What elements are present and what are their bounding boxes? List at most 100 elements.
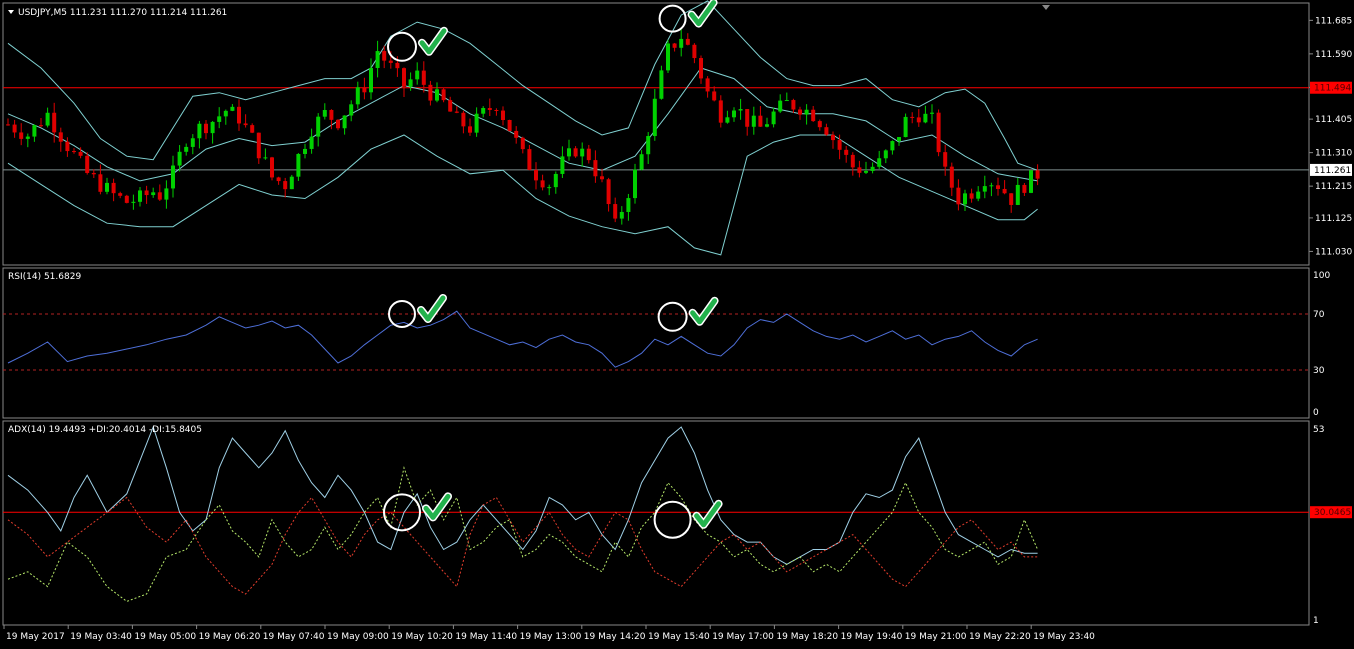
candle-body: [758, 115, 763, 127]
adx-tick-label: 1: [1313, 616, 1319, 626]
candle-body: [283, 181, 288, 190]
time-tick-label: 19 May 14:20: [584, 632, 646, 642]
candle-body: [303, 148, 307, 154]
candle-body: [567, 148, 571, 157]
candle-body: [1009, 193, 1014, 205]
candle-body: [514, 130, 519, 138]
candle-body: [732, 110, 736, 118]
chart-canvas: 111.685111.590111.495111.405111.310111.2…: [2, 0, 1352, 642]
candle-body: [157, 192, 162, 200]
candle-body: [263, 157, 268, 159]
candle-body: [547, 187, 552, 189]
candle-body: [883, 150, 888, 159]
candle-body: [210, 121, 215, 134]
candle-body: [897, 137, 901, 142]
price-tick-label: 111.405: [1315, 115, 1352, 125]
candle-body: [375, 51, 380, 68]
candle-body: [250, 125, 255, 133]
candle-body: [798, 109, 802, 115]
candle-body: [639, 154, 644, 170]
candle-body: [1022, 184, 1027, 193]
candle-body: [685, 38, 690, 45]
price-marker-circle: [658, 4, 687, 33]
candle-body: [45, 112, 50, 126]
candle-body: [586, 148, 591, 161]
rsi-tick-label: 0: [1313, 408, 1319, 418]
rsi-tick-label: 70: [1313, 310, 1325, 320]
candle-body: [369, 67, 373, 93]
candle-body: [864, 170, 868, 173]
candle-body: [613, 204, 618, 219]
candle-body: [606, 179, 611, 205]
time-tick-label: 19 May 15:40: [648, 632, 710, 642]
candle-body: [824, 127, 829, 135]
price-tick-label: 111.030: [1315, 247, 1352, 257]
candle-body: [441, 89, 446, 101]
candle-body: [237, 106, 241, 124]
price-tick-label: 111.685: [1315, 16, 1352, 26]
candle-body: [164, 188, 169, 200]
adx-panel: [2, 420, 1310, 626]
candle-body: [131, 201, 136, 203]
candle-body: [705, 78, 710, 92]
scroll-arrow-icon[interactable]: [1042, 5, 1050, 10]
adx-level-value: 30.0465: [1314, 508, 1351, 518]
candle-body: [540, 180, 545, 188]
adx-marker-circle: [653, 500, 692, 539]
time-tick-label: 19 May 18:20: [776, 632, 838, 642]
candle-body: [468, 126, 472, 133]
candle-body: [39, 125, 43, 127]
candle-body: [32, 125, 37, 137]
candle-body: [593, 160, 598, 177]
candle-body: [362, 87, 367, 93]
time-tick-label: 19 May 07:40: [263, 632, 325, 642]
candle-body: [619, 211, 624, 219]
time-tick-label: 19 May 23:40: [1033, 632, 1095, 642]
candle-body: [771, 111, 776, 125]
candle-body: [831, 134, 835, 141]
candle-body: [989, 185, 994, 187]
candle-body: [316, 116, 321, 137]
candle-body: [870, 166, 875, 171]
candle-body: [329, 110, 334, 120]
candle-body: [501, 110, 505, 120]
candle-body: [494, 110, 499, 112]
candle-body: [844, 149, 849, 155]
candle-body: [745, 109, 750, 127]
price-tick-label: 111.125: [1315, 214, 1352, 224]
candle-body: [969, 193, 974, 199]
candle-body: [85, 155, 90, 173]
price-tick-label: 111.215: [1315, 182, 1352, 192]
time-tick-label: 19 May 10:20: [391, 632, 453, 642]
candle-body: [243, 123, 248, 126]
collapse-arrow-icon[interactable]: [8, 10, 14, 14]
candle-body: [91, 172, 96, 175]
candle-body: [322, 110, 327, 117]
candle-body: [382, 51, 387, 61]
candle-body: [349, 104, 354, 116]
candle-body: [276, 177, 281, 182]
candle-body: [553, 173, 558, 188]
candle-body: [388, 60, 393, 63]
candle-body: [923, 113, 928, 123]
candle-body: [355, 87, 360, 105]
candle-body: [507, 119, 512, 131]
candle-body: [454, 111, 459, 113]
candle-body: [765, 124, 769, 127]
candle-body: [270, 157, 274, 178]
plus-di-line: [7, 465, 1039, 602]
candle-body: [138, 190, 142, 202]
candle-body: [435, 89, 439, 101]
marker-layer: [383, 0, 723, 539]
candle-body: [58, 132, 63, 142]
rsi-line: [7, 310, 1038, 368]
candle-body: [527, 149, 532, 170]
time-tick-label: 19 May 09:00: [327, 632, 389, 642]
candle-body: [336, 119, 340, 129]
candle-body: [98, 174, 103, 192]
adx-tick-label: 53: [1313, 425, 1324, 435]
candle-body: [402, 68, 406, 87]
candle-body: [487, 108, 492, 111]
adx-line: [7, 425, 1038, 565]
main-label: USDJPY,M5 111.231 111.270 111.214 111.26…: [18, 8, 227, 18]
